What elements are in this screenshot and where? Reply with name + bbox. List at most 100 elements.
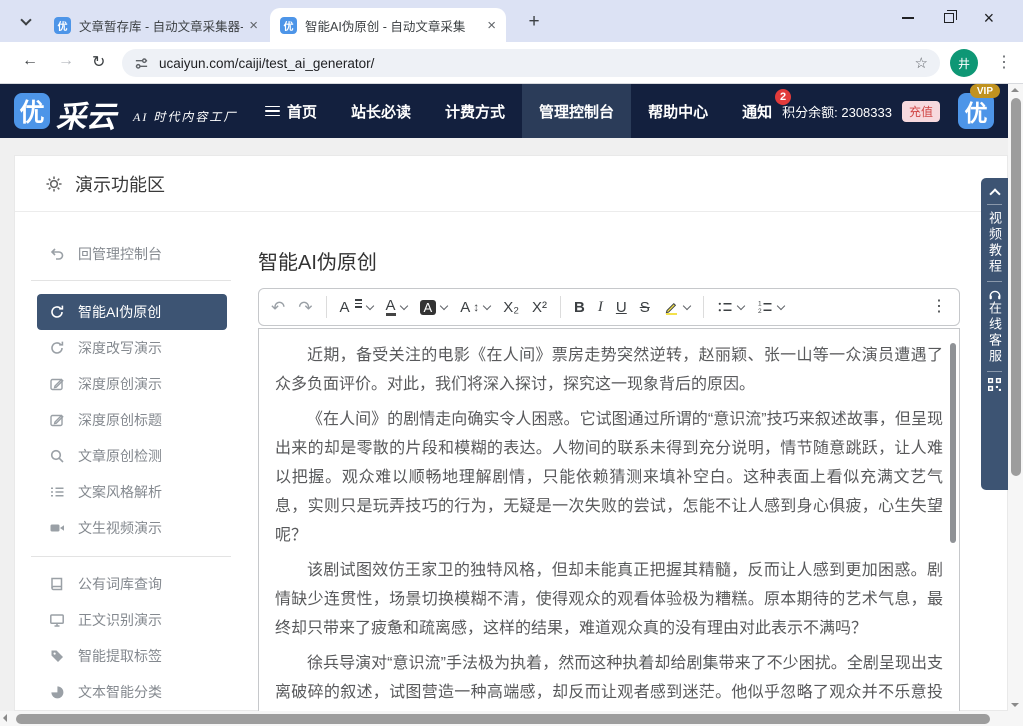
italic-button[interactable]: I — [598, 300, 603, 315]
bookmark-star-icon[interactable]: ☆ — [915, 54, 928, 72]
strikethrough-button[interactable]: S — [640, 300, 650, 315]
new-tab-button[interactable]: + — [521, 9, 547, 35]
background-color-dropdown[interactable]: A — [420, 300, 448, 315]
sidebar-item-originality-check[interactable]: 文章原创检测 — [37, 438, 227, 474]
site-favicon: 优 — [280, 17, 297, 34]
user-avatar[interactable]: 优 — [958, 93, 994, 129]
subscript-button[interactable]: X₂ — [503, 300, 519, 315]
nav-item-home[interactable]: 首页 — [248, 84, 334, 138]
font-size-lines-icon — [355, 299, 362, 308]
toolbar-overflow-button[interactable]: ⋮ — [931, 299, 947, 315]
sidebar-item-text-to-video[interactable]: 文生视频演示 — [37, 510, 227, 546]
bold-button[interactable]: B — [574, 300, 585, 315]
superscript-button[interactable]: X² — [532, 300, 547, 315]
line-spacing-dropdown[interactable]: A ↕ — [460, 300, 490, 315]
browser-tab-active[interactable]: 优 智能AI伪原创 - 自动文章采集 × — [270, 8, 506, 42]
chevron-down-icon — [483, 301, 491, 309]
qr-code-icon[interactable] — [988, 378, 1001, 391]
site-logo-badge[interactable]: 优 — [14, 93, 50, 129]
svg-text:2: 2 — [758, 308, 762, 315]
scroll-up-arrow[interactable] — [1011, 88, 1019, 92]
page-horizontal-scrollbar[interactable] — [0, 711, 1008, 726]
nav-item-console[interactable]: 管理控制台 — [522, 84, 631, 138]
sidebar-item-public-lexicon[interactable]: 公有词库查询 — [37, 566, 227, 602]
window-controls: × — [873, 0, 1023, 36]
window-restore-button[interactable] — [944, 13, 954, 23]
editor-content[interactable]: 近期，备受关注的电影《在人间》票房走势突然逆转，赵丽颖、张一山等一众演员遭遇了众… — [258, 328, 960, 712]
window-close-button[interactable]: × — [984, 9, 995, 27]
sidebar-divider — [31, 280, 231, 281]
sidebar-item-style-analysis[interactable]: 文案风格解析 — [37, 474, 227, 510]
section-title: 演示功能区 — [75, 171, 165, 197]
sidebar-divider — [31, 556, 231, 557]
section-header: 演示功能区 — [15, 156, 1007, 212]
sidebar-back-to-console[interactable]: 回管理控制台 — [37, 236, 227, 272]
url-text[interactable]: ucaiyun.com/caiji/test_ai_generator/ — [159, 56, 915, 71]
recharge-button[interactable]: 充值 — [902, 101, 940, 122]
tab-title: 文章暂存库 - 自动文章采集器- — [79, 16, 243, 35]
browser-profile-avatar[interactable]: 井 — [950, 49, 978, 77]
browser-tab-inactive[interactable]: 优 文章暂存库 - 自动文章采集器- × — [44, 8, 268, 42]
site-logo-text[interactable]: 采云 — [56, 92, 116, 136]
editor-paragraph[interactable]: 《在人间》的剧情走向确实令人困惑。它试图通过所谓的“意识流”技巧来叙述故事，但呈… — [275, 405, 943, 550]
numbered-list-icon: 1 2 — [757, 299, 773, 315]
chevron-down-icon — [440, 301, 448, 309]
tab-close-icon[interactable]: × — [487, 18, 496, 33]
sidebar-item-text-classification[interactable]: 文本智能分类 — [37, 674, 227, 710]
headset-icon[interactable] — [988, 288, 1002, 301]
nav-right-cluster: 积分余额: 2308333 充值 优 VIP — [782, 84, 994, 138]
sidebar-item-deep-original[interactable]: 深度原创演示 — [37, 366, 227, 402]
monitor-icon — [49, 612, 65, 628]
horizontal-scrollbar-thumb[interactable] — [16, 714, 990, 724]
browser-tab-strip: 优 文章暂存库 - 自动文章采集器- × 优 智能AI伪原创 - 自动文章采集 … — [0, 0, 1023, 42]
scroll-top-button[interactable] — [989, 188, 1000, 199]
editor-paragraph[interactable]: 近期，备受关注的电影《在人间》票房走势突然逆转，赵丽颖、张一山等一众演员遭遇了众… — [275, 341, 943, 399]
font-size-dropdown[interactable]: A — [340, 300, 373, 315]
editor-scrollbar-thumb[interactable] — [950, 343, 956, 543]
toolbar-divider — [703, 296, 704, 318]
sidebar-item-tag-extraction[interactable]: 智能提取标签 — [37, 638, 227, 674]
window-minimize-button[interactable] — [902, 17, 914, 19]
redo-button[interactable]: ↷ — [298, 299, 312, 316]
nav-item-must-read[interactable]: 站长必读 — [334, 84, 428, 138]
undo-button[interactable]: ↶ — [271, 299, 285, 316]
chevron-down-icon — [399, 301, 407, 309]
bullet-list-dropdown[interactable] — [717, 299, 744, 315]
back-button[interactable]: ← — [22, 52, 38, 70]
editor-paragraph[interactable]: 徐兵导演对“意识流”手法极为执着，然而这种执着却给剧集带来了不少困扰。全剧呈现出… — [275, 649, 943, 712]
browser-menu-kebab-icon[interactable]: ⋮ — [996, 52, 1012, 72]
scroll-down-arrow[interactable] — [1011, 703, 1019, 707]
underline-button[interactable]: U — [616, 300, 627, 315]
sidebar-item-ai-rewrite[interactable]: 智能AI伪原创 — [37, 294, 227, 330]
url-omnibox[interactable]: ucaiyun.com/caiji/test_ai_generator/ ☆ — [122, 49, 940, 77]
nav-item-pricing[interactable]: 计费方式 — [428, 84, 522, 138]
tab-close-icon[interactable]: × — [249, 18, 258, 33]
nav-item-notifications[interactable]: 通知 2 — [725, 84, 789, 138]
reload-button[interactable]: ↻ — [92, 52, 105, 72]
site-tagline: AI 时代内容工厂 — [133, 108, 237, 125]
numbered-list-dropdown[interactable]: 1 2 — [757, 299, 784, 315]
online-service-button[interactable]: 在线客服 — [988, 301, 1001, 365]
sync-icon — [49, 340, 65, 356]
sidebar-item-deep-title[interactable]: 深度原创标题 — [37, 402, 227, 438]
vertical-scrollbar-thumb[interactable] — [1011, 98, 1021, 476]
points-balance: 积分余额: 2308333 — [782, 102, 892, 121]
sidebar-item-body-recognition[interactable]: 正文识别演示 — [37, 602, 227, 638]
nav-item-help[interactable]: 帮助中心 — [631, 84, 725, 138]
sidebar-item-deep-rewrite[interactable]: 深度改写演示 — [37, 330, 227, 366]
highlight-dropdown[interactable] — [663, 299, 690, 315]
forward-button[interactable]: → — [58, 52, 74, 70]
tab-search-button[interactable] — [14, 11, 38, 33]
panel-divider — [987, 281, 1002, 282]
video-tutorial-button[interactable]: 视频教程 — [988, 211, 1001, 275]
pie-chart-icon — [49, 684, 65, 700]
font-color-dropdown[interactable]: A — [386, 298, 407, 316]
editor-paragraph[interactable]: 该剧试图效仿王家卫的独特风格，但却未能真正把握其精髓，反而让人感到更加困惑。剧情… — [275, 556, 943, 643]
site-navbar: 优 采云 AI 时代内容工厂 首页 站长必读 计费方式 管理控制台 帮助中心 通… — [0, 84, 1008, 138]
scroll-left-arrow[interactable] — [3, 714, 7, 722]
back-arrow-icon — [49, 246, 65, 262]
site-settings-tune-icon[interactable] — [134, 56, 149, 71]
panel-divider — [987, 371, 1002, 372]
page-vertical-scrollbar[interactable] — [1008, 84, 1023, 711]
nav-menu: 首页 站长必读 计费方式 管理控制台 帮助中心 通知 2 — [248, 84, 789, 138]
